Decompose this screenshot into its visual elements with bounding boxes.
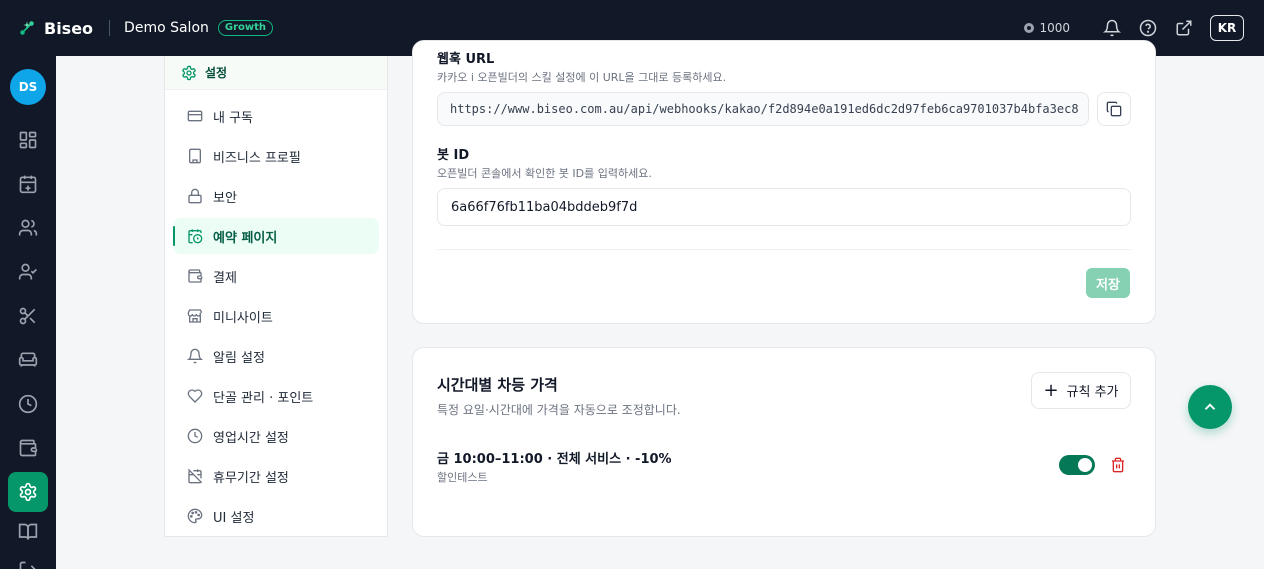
lock-icon: [188, 188, 202, 204]
external-link-icon[interactable]: [1174, 18, 1194, 38]
brand-name: Biseo: [44, 18, 94, 38]
settings-icon: [182, 65, 196, 80]
dashboard-icon[interactable]: [18, 130, 38, 150]
nav-item-label: 미니사이트: [213, 310, 273, 326]
nav-item-business-hours[interactable]: 영업시간 설정: [173, 418, 379, 454]
store-icon: [187, 309, 203, 323]
plus-icon: +: [1043, 379, 1059, 401]
time-pricing-card: 시간대별 차등 가격 특정 요일·시간대에 가격을 자동으로 조정합니다. + …: [412, 347, 1156, 537]
bot-id-label: 봇 ID: [437, 148, 470, 163]
webhook-url-help: 카카오 i 오픈빌더의 스킬 설정에 이 URL을 그대로 등록하세요.: [437, 71, 727, 84]
nav-item-label: 내 구독: [213, 110, 254, 126]
nav-item-payment[interactable]: 결제: [173, 258, 379, 294]
building-icon: [189, 148, 201, 164]
nav-item-label: UI 설정: [213, 510, 255, 526]
nav-item-label: 예약 페이지: [213, 230, 278, 246]
rule-subtitle: 할인테스트: [437, 471, 488, 484]
save-button[interactable]: 저장: [1086, 268, 1130, 298]
nav-item-loyalty[interactable]: 단골 관리 · 포인트: [173, 378, 379, 414]
rule-title: 금 10:00–11:00 · 전체 서비스 · -10%: [437, 452, 672, 467]
users-icon[interactable]: [18, 218, 38, 238]
help-icon[interactable]: [1138, 18, 1158, 38]
section-description: 특정 요일·시간대에 가격을 자동으로 조정합니다.: [437, 403, 681, 417]
trash-icon[interactable]: [1109, 456, 1127, 474]
nav-item-booking-page[interactable]: 예약 페이지: [173, 218, 379, 254]
brand[interactable]: Biseo: [18, 19, 93, 38]
nav-item-security[interactable]: 보안: [173, 178, 379, 214]
settings-nav: 설정 내 구독 비즈니스 프로필 보안 예약 페이지 결제 미니사이트 알림 설…: [164, 56, 388, 537]
scissors-icon[interactable]: [18, 306, 38, 326]
calendar-plus-icon[interactable]: [18, 174, 38, 194]
divider: [437, 249, 1131, 250]
top-actions: 1000 KR: [1024, 15, 1244, 41]
toggle-knob: [1078, 458, 1092, 472]
nav-item-label: 단골 관리 · 포인트: [213, 390, 314, 406]
nav-item-label: 비즈니스 프로필: [213, 150, 301, 166]
clock-icon[interactable]: [18, 394, 38, 414]
section-title: 시간대별 차등 가격: [437, 376, 558, 394]
rule-toggle[interactable]: [1059, 455, 1095, 475]
heart-icon: [187, 389, 203, 403]
language-button[interactable]: KR: [1210, 15, 1244, 41]
card-icon: [187, 110, 203, 122]
settings-nav-title: 설정: [205, 66, 228, 80]
nav-item-label: 보안: [213, 190, 237, 206]
calendar-off-icon: [187, 468, 203, 484]
settings-icon[interactable]: [8, 472, 48, 512]
nav-item-label: 알림 설정: [213, 350, 265, 366]
bell-icon: [187, 348, 203, 364]
left-rail: DS: [0, 56, 56, 569]
wallet-icon: [188, 269, 203, 283]
logout-icon[interactable]: [18, 560, 38, 569]
wallet-icon[interactable]: [18, 438, 38, 458]
coin-icon: [1024, 23, 1035, 33]
nav-item-label: 휴무기간 설정: [213, 470, 289, 486]
nav-item-minisite[interactable]: 미니사이트: [173, 298, 379, 334]
bell-icon[interactable]: [1102, 18, 1122, 38]
sofa-icon[interactable]: [18, 350, 38, 370]
copy-icon: [1106, 101, 1122, 117]
add-rule-button[interactable]: + 규칙 추가: [1031, 372, 1131, 409]
nav-item-label: 결제: [213, 270, 237, 286]
nav-item-subscription[interactable]: 내 구독: [173, 98, 379, 134]
divider: [109, 20, 111, 36]
bot-id-input[interactable]: 6a66f76fb11ba04bddeb9f7d: [437, 188, 1131, 226]
avatar[interactable]: DS: [10, 69, 46, 105]
webhook-url-field[interactable]: https://www.biseo.com.au/api/webhooks/ka…: [437, 92, 1089, 126]
credit-balance[interactable]: 1000: [1024, 21, 1070, 35]
calendar-clock-icon: [188, 229, 203, 244]
credit-value: 1000: [1039, 21, 1070, 35]
plan-badge: Growth: [217, 20, 274, 36]
add-rule-label: 규칙 추가: [1066, 385, 1119, 400]
settings-nav-header[interactable]: 설정: [165, 56, 387, 90]
nav-item-label: 영업시간 설정: [213, 430, 289, 446]
nav-item-notifications[interactable]: 알림 설정: [173, 338, 379, 374]
webhook-url-label: 웹훅 URL: [437, 52, 495, 67]
nav-item-business-profile[interactable]: 비즈니스 프로필: [173, 138, 379, 174]
bot-id-help: 오픈빌더 콘솔에서 확인한 봇 ID를 입력하세요.: [437, 167, 652, 180]
scroll-top-button[interactable]: [1188, 385, 1232, 429]
nav-item-ui-settings[interactable]: UI 설정: [173, 498, 379, 534]
palette-icon: [187, 508, 203, 524]
brand-logo-icon: [20, 21, 34, 35]
user-check-icon[interactable]: [18, 262, 38, 282]
kakao-integration-card: 웹훅 URL 카카오 i 오픈빌더의 스킬 설정에 이 URL을 그대로 등록하…: [412, 40, 1156, 324]
book-icon[interactable]: [18, 522, 38, 542]
org-name[interactable]: Demo Salon: [124, 20, 209, 36]
copy-button[interactable]: [1097, 92, 1131, 126]
nav-item-holidays[interactable]: 휴무기간 설정: [173, 458, 379, 494]
chevron-up-icon: [1204, 403, 1216, 410]
clock-icon: [187, 428, 203, 444]
